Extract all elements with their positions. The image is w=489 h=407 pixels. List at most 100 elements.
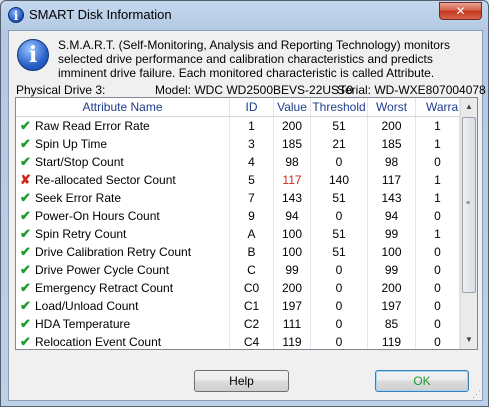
cell-name: ✔ Start/Stop Count [16, 153, 230, 171]
table-row[interactable]: ✔ HDA Temperature C2 111 0 85 0 [16, 315, 460, 333]
window-title: SMART Disk Information [29, 7, 172, 22]
cell-threshold: 0 [311, 297, 368, 315]
cell-name: ✔ Emergency Retract Count [16, 279, 230, 297]
attribute-name: Seek Error Rate [35, 191, 122, 205]
cell-name: ✔ Drive Power Cycle Count [16, 261, 230, 279]
cross-icon: ✘ [20, 172, 31, 187]
cell-warranty: 0 [416, 243, 460, 261]
column-header-attribute-name[interactable]: Attribute Name [16, 98, 230, 116]
cell-threshold: 51 [311, 243, 368, 261]
column-header-threshold[interactable]: Threshold [311, 98, 368, 116]
table-row[interactable]: ✔ Spin Up Time 3 185 21 185 1 [16, 135, 460, 153]
drive-model: Model: WDC WD2500BEVS-22UST0 [155, 83, 354, 97]
check-icon: ✔ [20, 136, 31, 151]
cell-name: ✔ Raw Read Error Rate [16, 117, 230, 135]
cell-value: 99 [274, 261, 311, 279]
cell-threshold: 21 [311, 135, 368, 153]
cell-worst: 197 [368, 297, 416, 315]
column-header-warranty[interactable]: Warranty [416, 98, 460, 116]
attributes-list[interactable]: Attribute Name ID Value Threshold Worst … [15, 97, 478, 350]
check-icon: ✔ [20, 190, 31, 205]
grip-icon: ≡ [466, 200, 471, 207]
table-row[interactable]: ✔ Relocation Event Count C4 119 0 119 0 [16, 333, 460, 349]
resize-grip-icon[interactable]: ⋰ [472, 390, 481, 399]
attribute-name: Raw Read Error Rate [35, 119, 150, 133]
cell-id: B [230, 243, 274, 261]
cell-worst: 99 [368, 261, 416, 279]
drive-serial: Serial: WD-WXE807004078 [337, 83, 486, 97]
cell-value: 100 [274, 225, 311, 243]
cell-warranty: 0 [416, 207, 460, 225]
column-header-value[interactable]: Value [274, 98, 311, 116]
table-row[interactable]: ✔ Start/Stop Count 4 98 0 98 0 [16, 153, 460, 171]
table-row[interactable]: ✔ Raw Read Error Rate 1 200 51 200 1 [16, 117, 460, 135]
scroll-down-arrow-icon[interactable]: ▼ [462, 332, 476, 348]
attribute-name: Emergency Retract Count [35, 281, 174, 295]
table-row[interactable]: ✔ Drive Power Cycle Count C 99 0 99 0 [16, 261, 460, 279]
cell-value: 111 [274, 315, 311, 333]
scroll-thumb[interactable]: ≡ [462, 117, 476, 293]
cell-warranty: 1 [416, 189, 460, 207]
cell-id: C1 [230, 297, 274, 315]
cell-warranty: 0 [416, 153, 460, 171]
cell-name: ✔ Power-On Hours Count [16, 207, 230, 225]
cell-name: ✔ Relocation Event Count [16, 333, 230, 349]
cell-threshold: 0 [311, 315, 368, 333]
ok-button[interactable]: OK [375, 370, 469, 392]
cell-name: ✘ Re-allocated Sector Count [16, 171, 230, 189]
cell-worst: 85 [368, 315, 416, 333]
cell-threshold: 51 [311, 225, 368, 243]
table-row[interactable]: ✔ Drive Calibration Retry Count B 100 51 100 0 [16, 243, 460, 261]
drive-label: Physical Drive 3: [16, 83, 106, 97]
help-button[interactable]: Help [194, 370, 289, 392]
close-button[interactable]: ✕ [439, 2, 482, 20]
cell-worst: 185 [368, 135, 416, 153]
table-row[interactable]: ✔ Load/Unload Count C1 197 0 197 0 [16, 297, 460, 315]
cell-id: 1 [230, 117, 274, 135]
cell-threshold: 51 [311, 117, 368, 135]
cell-worst: 98 [368, 153, 416, 171]
vertical-scrollbar[interactable]: ▲ ≡ ▼ [460, 98, 477, 349]
cell-threshold: 0 [311, 333, 368, 349]
table-row[interactable]: ✔ Power-On Hours Count 9 94 0 94 0 [16, 207, 460, 225]
table-row[interactable]: ✘ Re-allocated Sector Count 5 117 140 117 1 [16, 171, 460, 189]
check-icon: ✔ [20, 280, 31, 295]
attribute-name: Drive Power Cycle Count [35, 263, 170, 277]
check-icon: ✔ [20, 208, 31, 223]
check-icon: ✔ [20, 262, 31, 277]
cell-threshold: 0 [311, 153, 368, 171]
cell-threshold: 140 [311, 171, 368, 189]
check-icon: ✔ [20, 316, 31, 331]
table-row[interactable]: ✔ Emergency Retract Count C0 200 0 200 0 [16, 279, 460, 297]
cell-warranty: 0 [416, 279, 460, 297]
column-header-id[interactable]: ID [230, 98, 274, 116]
cell-id: 9 [230, 207, 274, 225]
cell-value: 200 [274, 279, 311, 297]
cell-worst: 119 [368, 333, 416, 349]
attribute-name: Load/Unload Count [35, 299, 139, 313]
column-header-worst[interactable]: Worst [368, 98, 416, 116]
title-bar[interactable]: i SMART Disk Information ✕ [1, 1, 488, 29]
cell-warranty: 1 [416, 135, 460, 153]
attribute-name: Drive Calibration Retry Count [35, 245, 192, 259]
cell-warranty: 0 [416, 297, 460, 315]
cell-worst: 94 [368, 207, 416, 225]
cell-name: ✔ Drive Calibration Retry Count [16, 243, 230, 261]
cell-worst: 200 [368, 279, 416, 297]
cell-warranty: 1 [416, 171, 460, 189]
cell-value: 94 [274, 207, 311, 225]
attribute-name: Spin Up Time [35, 137, 108, 151]
table-row[interactable]: ✔ Spin Retry Count A 100 51 99 1 [16, 225, 460, 243]
description-text: S.M.A.R.T. (Self-Monitoring, Analysis an… [58, 38, 450, 80]
attribute-name: HDA Temperature [35, 317, 131, 331]
cell-id: C4 [230, 333, 274, 349]
table-row[interactable]: ✔ Seek Error Rate 7 143 51 143 1 [16, 189, 460, 207]
cell-value: 117 [274, 171, 311, 189]
scroll-up-arrow-icon[interactable]: ▲ [462, 99, 476, 115]
cell-warranty: 1 [416, 117, 460, 135]
cell-id: 5 [230, 171, 274, 189]
drive-info-row: Physical Drive 3: Model: WDC WD2500BEVS-… [16, 83, 486, 97]
cell-warranty: 0 [416, 315, 460, 333]
attribute-name: Start/Stop Count [35, 155, 124, 169]
attribute-name: Spin Retry Count [35, 227, 127, 241]
